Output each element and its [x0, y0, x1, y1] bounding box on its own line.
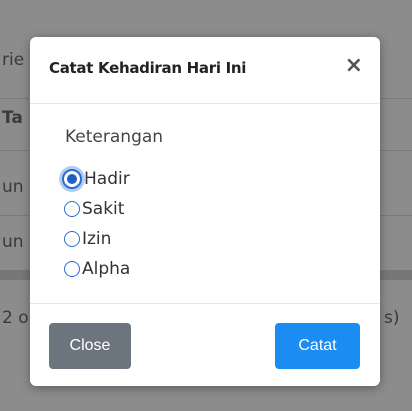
- modal-header: Catat Kehadiran Hari Ini ×: [30, 37, 380, 104]
- radio-option-alpha[interactable]: Alpha: [64, 254, 130, 284]
- modal-title: Catat Kehadiran Hari Ini: [49, 59, 247, 77]
- radio-unchecked-icon[interactable]: [64, 231, 80, 247]
- modal-footer: Close Catat: [30, 303, 380, 386]
- bg-text-fragment: rie: [2, 50, 25, 70]
- radio-label[interactable]: Alpha: [82, 259, 130, 279]
- radio-label[interactable]: Hadir: [84, 169, 130, 189]
- radio-unchecked-icon[interactable]: [64, 201, 80, 217]
- bg-text-fragment: un: [2, 177, 24, 197]
- bg-text-fragment: s): [384, 308, 400, 328]
- radio-option-hadir[interactable]: Hadir: [62, 164, 130, 194]
- close-icon[interactable]: ×: [345, 55, 363, 77]
- bg-text-fragment: un: [2, 232, 24, 252]
- radio-label[interactable]: Sakit: [82, 199, 124, 219]
- radio-label[interactable]: Izin: [82, 229, 111, 249]
- radio-option-izin[interactable]: Izin: [64, 224, 130, 254]
- radio-group: Hadir Sakit Izin Alpha: [62, 164, 130, 284]
- radio-checked-icon[interactable]: [62, 169, 82, 189]
- attendance-modal: Catat Kehadiran Hari Ini × Keterangan Ha…: [30, 37, 380, 386]
- radio-option-sakit[interactable]: Sakit: [64, 194, 130, 224]
- close-button[interactable]: Close: [49, 323, 131, 369]
- radio-unchecked-icon[interactable]: [64, 261, 80, 277]
- catat-button[interactable]: Catat: [275, 323, 360, 369]
- bg-text-fragment: Ta: [2, 108, 23, 128]
- field-label: Keterangan: [65, 127, 164, 147]
- bg-text-fragment: 2 o: [2, 308, 29, 328]
